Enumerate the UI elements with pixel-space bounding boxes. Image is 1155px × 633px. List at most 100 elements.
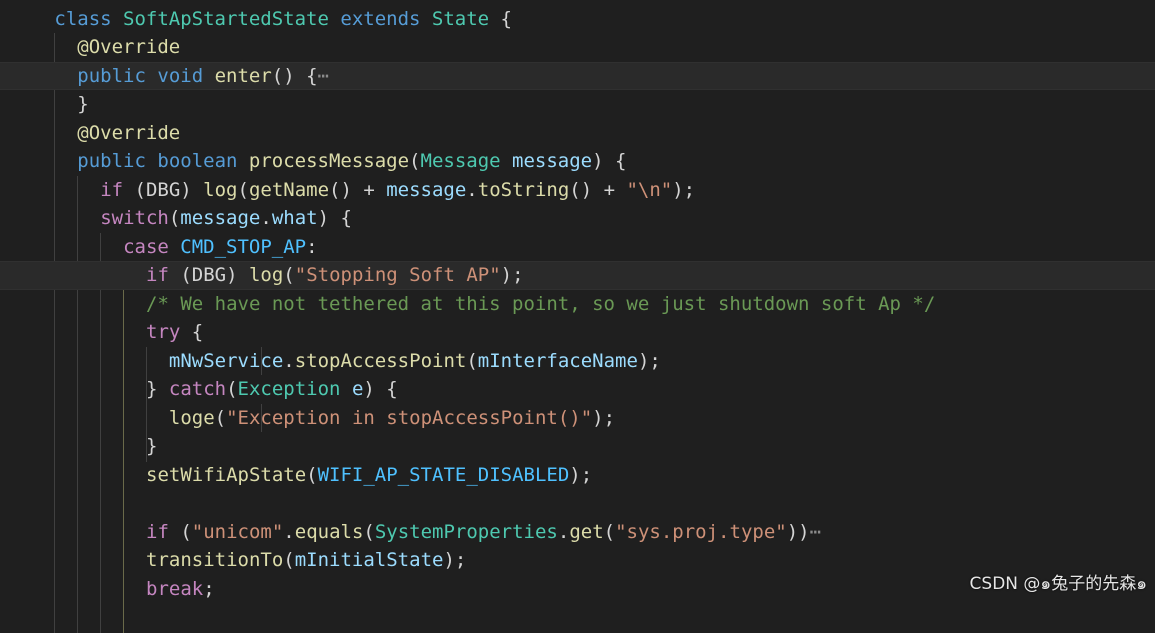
code-token: "sys.proj.type" [615, 521, 787, 543]
code-line-content: @Override [77, 33, 180, 62]
code-token: . [283, 521, 294, 543]
code-token: boolean [157, 150, 249, 172]
code-token: get [569, 521, 603, 543]
code-token: WIFI_AP_STATE_DISABLED [318, 464, 570, 486]
code-token: )) [787, 521, 810, 543]
code-token: ( [363, 521, 374, 543]
code-token: transitionTo [146, 549, 283, 571]
code-line[interactable]: } [0, 432, 1155, 461]
code-token: public [77, 65, 157, 87]
code-line-content: if (DBG) log("Stopping Soft AP"); [146, 261, 524, 290]
code-token: () + [569, 179, 626, 201]
code-token: getName [249, 179, 329, 201]
code-token: } [146, 435, 157, 457]
code-token: Exception [238, 378, 352, 400]
code-token: stopAccessPoint [295, 350, 467, 372]
code-line[interactable]: public boolean processMessage(Message me… [0, 147, 1155, 176]
code-token: SoftApStartedState [123, 8, 329, 30]
code-line[interactable]: class SoftApStartedState extends State { [0, 5, 1155, 34]
code-token: @Override [77, 122, 180, 144]
code-token: enter [215, 65, 272, 87]
code-token: { [192, 321, 203, 343]
code-token: . [260, 207, 271, 229]
code-token: ( [237, 179, 248, 201]
code-token: if [146, 521, 180, 543]
code-token: "Exception in stopAccessPoint()" [226, 407, 592, 429]
code-line[interactable]: @Override [0, 33, 1155, 62]
code-line[interactable]: if (DBG) log(getName() + message.toStrin… [0, 176, 1155, 205]
code-token: loge [169, 407, 215, 429]
code-line-content: case CMD_STOP_AP: [123, 233, 318, 262]
code-token: equals [295, 521, 364, 543]
code-line[interactable]: setWifiApState(WIFI_AP_STATE_DISABLED); [0, 461, 1155, 490]
code-line[interactable]: case CMD_STOP_AP: [0, 233, 1155, 262]
code-token: catch [169, 378, 226, 400]
code-line[interactable]: try { [0, 318, 1155, 347]
code-token: ( [306, 464, 317, 486]
code-token: ) { [592, 150, 626, 172]
code-token: class [54, 8, 123, 30]
folded-ellipsis-icon[interactable]: ⋯ [810, 521, 821, 543]
code-token: ; [203, 578, 214, 600]
code-token: (DBG) [135, 179, 204, 201]
code-token: mInitialState [295, 549, 444, 571]
code-line-content: } [146, 432, 157, 461]
code-token: ( [283, 264, 294, 286]
code-line-content: try { [146, 318, 203, 347]
code-line-content: public void enter() {⋯ [77, 62, 329, 91]
code-token: State [432, 8, 489, 30]
code-line[interactable]: mNwService.stopAccessPoint(mInterfaceNam… [0, 347, 1155, 376]
code-token: ) { [363, 378, 397, 400]
code-token: ( [466, 350, 477, 372]
code-line-content: switch(message.what) { [100, 204, 352, 233]
code-token: message [386, 179, 466, 201]
code-token: ); [443, 549, 466, 571]
code-editor[interactable]: class SoftApStartedState extends State {… [0, 0, 1155, 605]
code-token: "unicom" [192, 521, 284, 543]
code-token: @Override [77, 36, 180, 58]
code-token: what [272, 207, 318, 229]
code-token: if [146, 264, 180, 286]
code-line[interactable]: @Override [0, 119, 1155, 148]
code-token: e [352, 378, 363, 400]
code-line-content: @Override [77, 119, 180, 148]
code-line[interactable]: public void enter() {⋯ [0, 62, 1155, 91]
code-token: mInterfaceName [478, 350, 638, 372]
code-line[interactable]: } [0, 90, 1155, 119]
code-token: ( [169, 207, 180, 229]
code-line-content: mNwService.stopAccessPoint(mInterfaceNam… [169, 347, 661, 376]
code-line-content: transitionTo(mInitialState); [146, 546, 466, 575]
code-token: } [146, 378, 169, 400]
code-line[interactable] [0, 489, 1155, 518]
code-token: () + [329, 179, 386, 201]
code-token: () { [272, 65, 318, 87]
code-token: : [306, 236, 317, 258]
code-token: /* We have not tethered at this point, s… [146, 293, 935, 315]
code-line-content: /* We have not tethered at this point, s… [146, 290, 935, 319]
code-line[interactable]: switch(message.what) { [0, 204, 1155, 233]
code-line[interactable]: loge("Exception in stopAccessPoint()"); [0, 404, 1155, 433]
folded-ellipsis-icon[interactable]: ⋯ [318, 65, 329, 87]
code-token: toString [478, 179, 570, 201]
code-token: setWifiApState [146, 464, 306, 486]
code-token: extends [329, 8, 432, 30]
code-token: ); [501, 264, 524, 286]
code-token: message [180, 207, 260, 229]
code-token: mNwService [169, 350, 283, 372]
code-line[interactable]: } catch(Exception e) { [0, 375, 1155, 404]
code-line-content: class SoftApStartedState extends State { [54, 5, 512, 34]
code-token: processMessage [249, 150, 409, 172]
code-token: log [203, 179, 237, 201]
code-line-content: } [77, 90, 88, 119]
code-token: ( [180, 521, 191, 543]
code-line[interactable]: if ("unicom".equals(SystemProperties.get… [0, 518, 1155, 547]
code-token: case [123, 236, 180, 258]
code-token: ); [592, 407, 615, 429]
code-token: try [146, 321, 192, 343]
code-line[interactable]: /* We have not tethered at this point, s… [0, 290, 1155, 319]
watermark-text: CSDN @๑兔子的先森๑ [970, 569, 1147, 597]
code-line[interactable]: if (DBG) log("Stopping Soft AP"); [0, 261, 1155, 290]
code-token: ); [672, 179, 695, 201]
code-token: void [157, 65, 214, 87]
code-token: } [77, 93, 88, 115]
